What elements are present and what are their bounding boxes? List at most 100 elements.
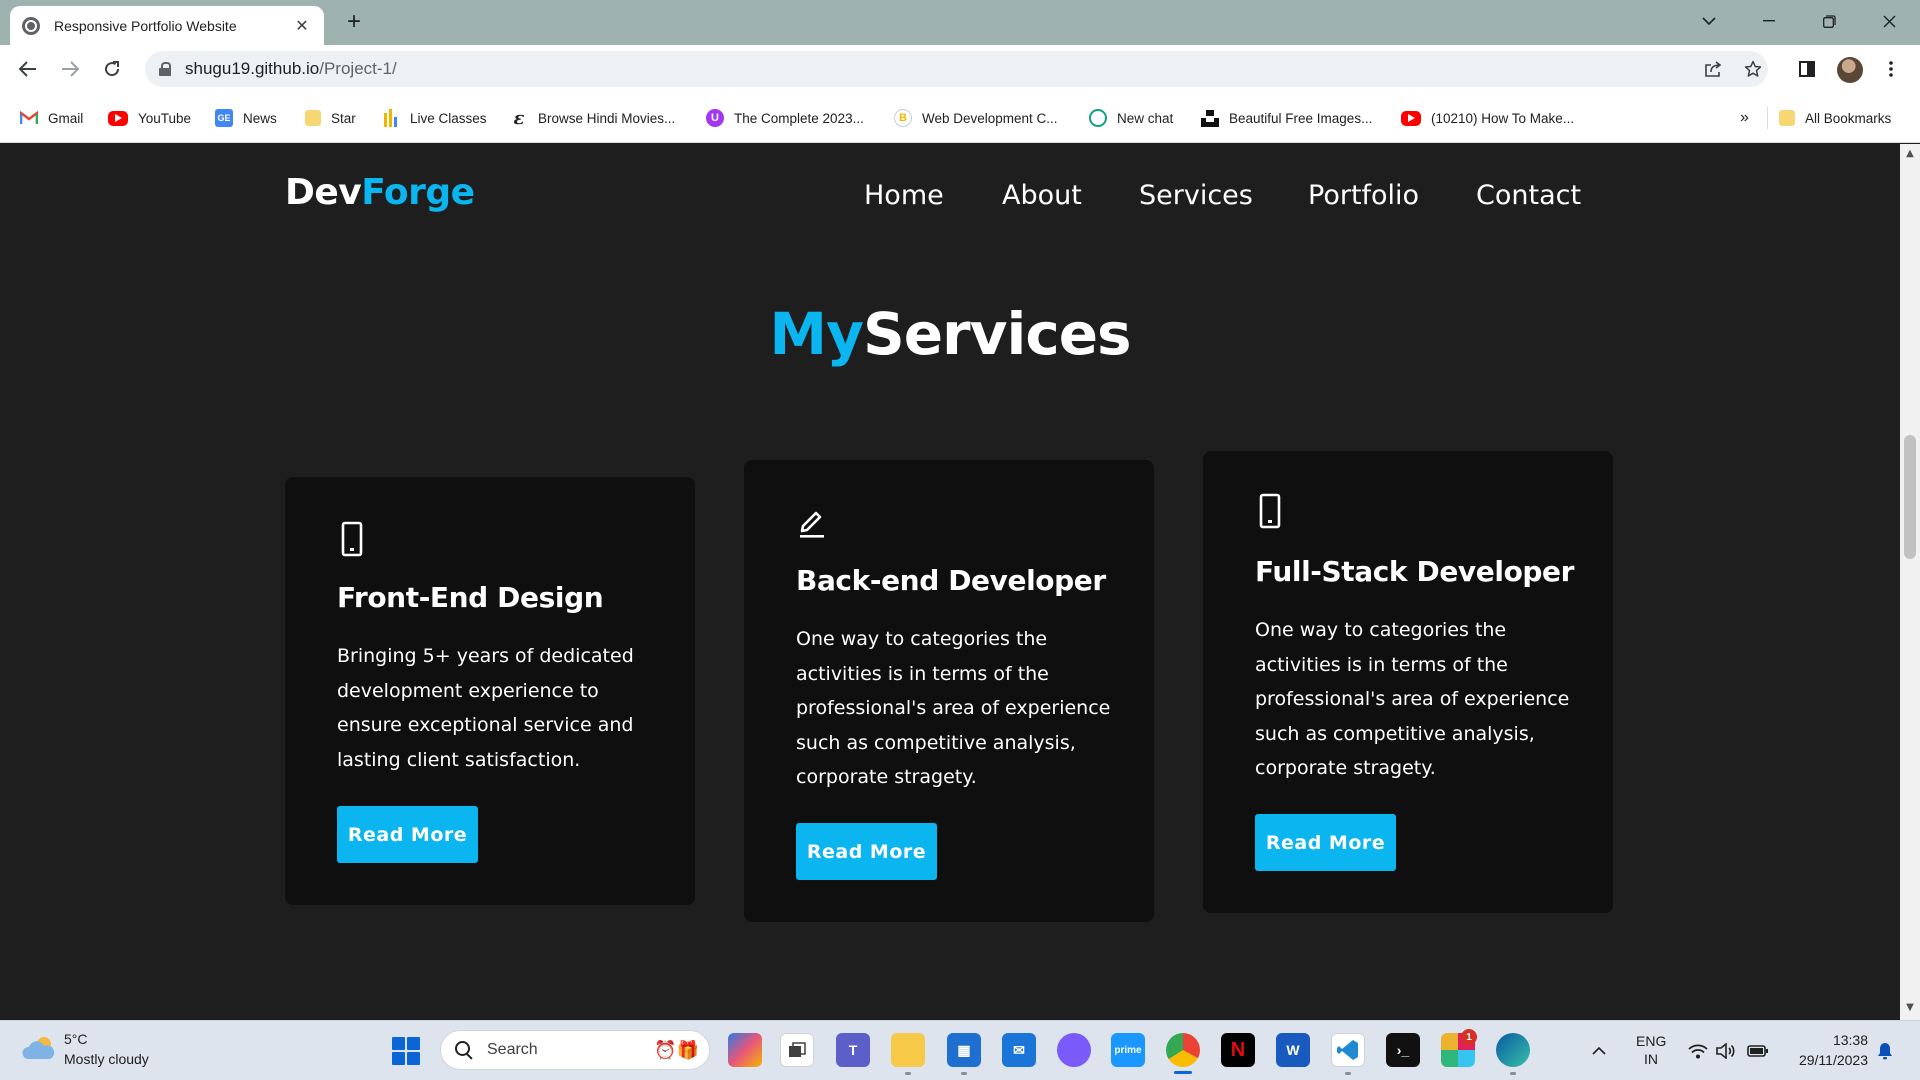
battery-icon[interactable] [1747, 1021, 1769, 1080]
terminal-icon[interactable]: ›_ [1386, 1033, 1420, 1067]
read-more-button[interactable]: Read More [337, 806, 478, 863]
minimize-window-icon[interactable] [1746, 6, 1792, 36]
chatgpt-icon [1089, 109, 1107, 127]
chrome-icon[interactable] [1166, 1033, 1200, 1067]
close-tab-icon[interactable]: ✕ [292, 16, 312, 36]
task-view-icon[interactable] [780, 1033, 814, 1067]
volume-icon[interactable] [1716, 1021, 1736, 1080]
url-path: /Project-1/ [319, 59, 397, 78]
mobile-phone-icon [1259, 493, 1281, 529]
bookmark-youtube[interactable]: YouTube [108, 107, 191, 129]
microsoft-store-icon[interactable]: ▦ [947, 1033, 981, 1067]
netflix-icon[interactable]: N [1221, 1033, 1255, 1067]
windows-taskbar: 5°C Mostly cloudy Search ⏰🎁 T ▦ ✉ prime … [0, 1020, 1920, 1080]
bookmark-news[interactable]: GE News [215, 107, 277, 129]
new-tab-button[interactable]: + [340, 8, 368, 36]
scroll-down-arrow-icon[interactable]: ▼ [1900, 1002, 1920, 1016]
read-more-button[interactable]: Read More [1255, 814, 1396, 871]
wifi-icon[interactable] [1688, 1021, 1708, 1080]
card-title: Full-Stack Developer [1255, 555, 1575, 588]
udemy-icon: U [706, 109, 724, 127]
word-icon[interactable]: W [1276, 1033, 1310, 1067]
running-indicator [1345, 1072, 1351, 1075]
copilot-preview-icon[interactable] [728, 1033, 762, 1067]
live-classes-icon [382, 109, 400, 127]
share-icon[interactable] [1698, 51, 1728, 87]
forward-arrow-icon[interactable] [54, 53, 86, 85]
page-scrollbar[interactable]: ▲ ▼ [1900, 144, 1920, 1020]
back-arrow-icon[interactable] [12, 53, 44, 85]
course-site-icon: B [894, 109, 912, 127]
nav-about[interactable]: About [1002, 180, 1082, 211]
bookmark-star-folder[interactable]: Star [305, 107, 356, 129]
weather-temperature[interactable]: 5°C [64, 1031, 88, 1047]
edge-icon[interactable] [1496, 1033, 1530, 1067]
page-viewport: DevForge Home About Services Portfolio C… [0, 144, 1900, 1020]
bookmark-complete-2023[interactable]: U The Complete 2023... [706, 107, 864, 129]
folder-icon [1779, 110, 1795, 126]
reload-icon[interactable] [96, 53, 128, 85]
nav-portfolio[interactable]: Portfolio [1308, 180, 1419, 211]
running-indicator [1510, 1072, 1516, 1075]
more-menu-icon[interactable] [1875, 53, 1907, 85]
browser-toolbar: shugu19.github.io/Project-1/ [0, 45, 1920, 93]
language-indicator[interactable]: ENG IN [1636, 1032, 1666, 1068]
prime-video-icon[interactable]: prime [1111, 1033, 1145, 1067]
pencil-edit-icon [800, 511, 824, 538]
read-more-button[interactable]: Read More [796, 823, 937, 880]
all-bookmarks-folder[interactable]: All Bookmarks [1779, 107, 1891, 129]
bookmark-new-chat[interactable]: New chat [1089, 107, 1173, 129]
globe-favicon-icon [22, 16, 40, 35]
side-panel-icon[interactable] [1791, 53, 1823, 85]
file-explorer-icon[interactable] [891, 1033, 925, 1067]
close-window-icon[interactable] [1866, 6, 1912, 36]
notifications-bell-icon[interactable] [1877, 1021, 1893, 1080]
tab-search-chevron-icon[interactable] [1686, 6, 1732, 36]
service-card-front-end: Front-End Design Bringing 5+ years of de… [285, 477, 695, 905]
browser-tab-bar: Responsive Portfolio Website ✕ + [0, 0, 1920, 45]
service-card-full-stack: Full-Stack Developer One way to categori… [1203, 451, 1613, 913]
weather-description[interactable]: Mostly cloudy [64, 1051, 149, 1067]
card-description: One way to categories the activities is … [1255, 619, 1570, 779]
taskbar-search[interactable]: Search ⏰🎁 [440, 1030, 710, 1070]
bookmark-live-classes[interactable]: Live Classes [382, 107, 487, 129]
section-title: MyServices [769, 300, 1131, 368]
copilot-icon[interactable] [1057, 1033, 1091, 1067]
youtube-icon [1401, 110, 1421, 126]
unsplash-icon [1201, 109, 1219, 127]
clock-time[interactable]: 13:38 [1820, 1032, 1868, 1048]
restore-window-icon[interactable] [1806, 6, 1852, 36]
show-hidden-icons-chevron-icon[interactable] [1592, 1021, 1606, 1080]
bookmark-star-icon[interactable] [1738, 51, 1768, 87]
address-bar[interactable]: shugu19.github.io/Project-1/ [145, 51, 1768, 87]
browser-tab[interactable]: Responsive Portfolio Website ✕ [10, 6, 324, 45]
card-description: Bringing 5+ years of dedicated developme… [337, 645, 634, 771]
profile-avatar[interactable] [1837, 57, 1863, 83]
google-news-icon: GE [215, 109, 233, 127]
bookmark-gmail[interactable]: Gmail [20, 107, 83, 129]
nav-home[interactable]: Home [864, 180, 944, 211]
bookmark-hindi-movies[interactable]: ε Browse Hindi Movies... [510, 107, 676, 129]
bookmarks-overflow-button[interactable]: » [1740, 107, 1749, 129]
bookmarks-divider [1767, 107, 1768, 129]
bookmarks-bar: Gmail YouTube GE News Star Live Classes ε… [0, 93, 1920, 143]
running-indicator [905, 1072, 911, 1075]
scrollbar-thumb[interactable] [1904, 435, 1916, 559]
vscode-icon[interactable] [1331, 1033, 1365, 1067]
bookmark-web-development[interactable]: B Web Development C... [894, 107, 1058, 129]
site-logo[interactable]: DevForge [285, 172, 475, 213]
lock-icon[interactable] [159, 62, 171, 76]
notification-badge: 1 [1461, 1029, 1477, 1045]
clock-date[interactable]: 29/11/2023 [1780, 1052, 1868, 1068]
teams-icon[interactable]: T [836, 1033, 870, 1067]
windows-start-icon[interactable] [392, 1037, 420, 1065]
mail-icon[interactable]: ✉ [1002, 1033, 1036, 1067]
card-title: Front-End Design [337, 581, 604, 614]
cloudy-weather-icon[interactable] [22, 1035, 56, 1061]
folder-icon [305, 110, 321, 126]
bookmark-free-images[interactable]: Beautiful Free Images... [1201, 107, 1372, 129]
nav-services[interactable]: Services [1139, 180, 1253, 211]
nav-contact[interactable]: Contact [1476, 180, 1581, 211]
bookmark-how-to-make[interactable]: (10210) How To Make... [1401, 107, 1574, 129]
scroll-up-arrow-icon[interactable]: ▲ [1900, 148, 1920, 162]
